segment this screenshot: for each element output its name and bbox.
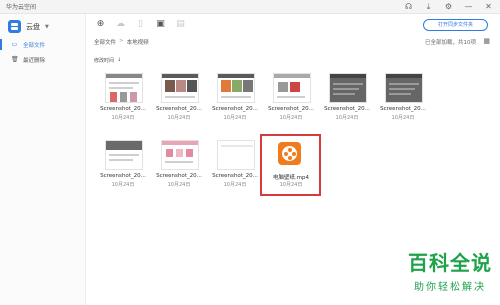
file-name: Screenshot_20... — [100, 106, 146, 112]
cloud-drive-label: 云盘 — [26, 22, 40, 31]
screenshot-thumbnail — [105, 140, 143, 170]
title-bar: 华为云空间 ☊ ⤓ ⚙ — ✕ — [0, 0, 500, 14]
sort-control[interactable]: 修改时间 ↓ — [94, 57, 121, 64]
sort-arrow-icon: ↓ — [117, 57, 122, 63]
file-date: 10月24日 — [167, 115, 191, 121]
cloud-drive-header[interactable]: 云盘 ▼ — [8, 20, 49, 33]
file-tile[interactable]: Screenshot_20... 10月24日 — [262, 73, 320, 133]
file-date: 10月24日 — [111, 182, 135, 188]
sidebar-item-all-files[interactable]: ▭ 全部文件 — [0, 38, 86, 51]
app-window: 华为云空间 ☊ ⤓ ⚙ — ✕ 云盘 ▼ ▭ 全部文件 🗑 最近删除 ⊕ ☁ ▯… — [0, 0, 500, 305]
settings-icon[interactable]: ⚙ — [443, 1, 454, 12]
file-name: Screenshot_20... — [268, 106, 314, 112]
screenshot-thumbnail — [161, 73, 199, 103]
sort-label: 修改时间 — [94, 58, 115, 64]
sidebar: 云盘 ▼ ▭ 全部文件 🗑 最近删除 — [0, 14, 86, 305]
screenshot-thumbnail — [273, 73, 311, 103]
chevron-down-icon: ▼ — [45, 23, 49, 30]
breadcrumb-root[interactable]: 全部文件 — [94, 38, 116, 46]
folder-icon: ▭ — [11, 41, 18, 48]
file-date: 10月24日 — [335, 115, 359, 121]
grid-view-icon[interactable]: ▦ — [483, 37, 490, 45]
breadcrumb: 全部文件 > 本地视频 已全部加载，共10项 ▦ — [87, 36, 500, 48]
headset-icon[interactable]: ☊ — [403, 1, 414, 12]
watermark-subtitle: 助你轻松解决 — [414, 282, 486, 293]
file-date: 10月24日 — [391, 115, 415, 121]
screenshot-thumbnail — [217, 140, 255, 170]
window-title: 华为云空间 — [6, 4, 37, 11]
close-icon[interactable]: ✕ — [483, 1, 494, 12]
file-date: 10月24日 — [279, 115, 303, 121]
file-name: Screenshot_20... — [212, 173, 258, 179]
file-tile[interactable]: Screenshot_20... 10月24日 — [150, 140, 208, 200]
file-tile[interactable]: Screenshot_20... 10月24日 — [150, 73, 208, 133]
screenshot-thumbnail — [385, 73, 423, 103]
file-tile[interactable]: Screenshot_20... 10月24日 — [318, 73, 376, 133]
file-name: Screenshot_20... — [212, 106, 258, 112]
file-tile[interactable]: Screenshot_20... 10月24日 — [206, 73, 264, 133]
video-file-tile[interactable]: 电脑壁纸.mp4 10月24日 — [260, 134, 321, 196]
watermark-title: 百科全说 — [408, 251, 492, 275]
copy-icon[interactable]: ▤ — [175, 19, 186, 30]
video-file-icon — [278, 142, 301, 165]
file-tile[interactable]: Screenshot_20... 10月24日 — [94, 140, 152, 200]
trash-icon: 🗑 — [11, 56, 19, 63]
file-date: 10月24日 — [223, 115, 247, 121]
watermark-logo: 百科全说 助你轻松解决 — [408, 247, 492, 293]
screenshot-thumbnail — [217, 73, 255, 103]
sidebar-item-label: 全部文件 — [23, 42, 46, 49]
chevron-right-icon: > — [119, 38, 124, 44]
new-folder-icon[interactable]: ▣ — [155, 19, 166, 30]
file-name: Screenshot_20... — [324, 106, 370, 112]
file-date: 10月24日 — [111, 115, 135, 121]
window-controls: ☊ ⤓ ⚙ — ✕ — [403, 1, 494, 12]
open-sync-folder-button[interactable]: 打开同步文件夹 — [423, 19, 488, 31]
load-status: 已全部加载，共10项 — [425, 40, 476, 46]
upload-icon[interactable]: ⊕ — [95, 19, 106, 30]
file-date: 10月24日 — [279, 182, 303, 188]
file-name: Screenshot_20... — [156, 173, 202, 179]
file-name: 电脑壁纸.mp4 — [272, 175, 310, 181]
file-tile[interactable]: Screenshot_20... 10月24日 — [94, 73, 152, 133]
cloud-download-icon[interactable]: ☁ — [115, 19, 126, 30]
file-tile[interactable]: Screenshot_20... 10月24日 — [374, 73, 432, 133]
sidebar-item-label: 最近删除 — [23, 57, 46, 64]
delete-icon[interactable]: ▯ — [135, 19, 146, 30]
file-name: Screenshot_20... — [380, 106, 426, 112]
file-date: 10月24日 — [167, 182, 191, 188]
download-icon[interactable]: ⤓ — [423, 1, 434, 12]
screenshot-thumbnail — [161, 140, 199, 170]
sidebar-item-recently-deleted[interactable]: 🗑 最近删除 — [0, 53, 86, 66]
file-name: Screenshot_20... — [100, 173, 146, 179]
cloud-drive-icon — [8, 20, 21, 33]
file-name: Screenshot_20... — [156, 106, 202, 112]
screenshot-thumbnail — [329, 73, 367, 103]
file-date: 10月24日 — [223, 182, 247, 188]
screenshot-thumbnail — [105, 73, 143, 103]
toolbar: ⊕ ☁ ▯ ▣ ▤ 打开同步文件夹 — [87, 14, 500, 34]
minimize-icon[interactable]: — — [463, 1, 474, 12]
file-tile[interactable]: Screenshot_20... 10月24日 — [206, 140, 264, 200]
breadcrumb-current: 本地视频 — [126, 40, 149, 46]
